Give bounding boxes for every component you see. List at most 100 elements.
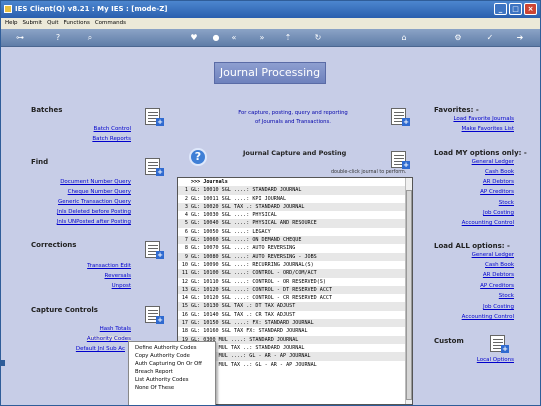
- corrections-title: Corrections: [31, 241, 77, 249]
- check-icon[interactable]: ✓: [485, 33, 495, 43]
- link-all-stock[interactable]: Stock: [499, 293, 514, 299]
- journal-row[interactable]: 5 GL: 10040 SGL ....: PHYSICAL AND RESOUR…: [178, 219, 412, 228]
- link-my-general-ledger[interactable]: General Ledger: [472, 159, 514, 165]
- journal-row[interactable]: 1 GL: 10010 SGL ....: STANDARD JOURNAL: [178, 186, 412, 195]
- help-circle-icon[interactable]: ?: [189, 148, 207, 166]
- link-authority-codes[interactable]: Authority Codes: [86, 336, 131, 342]
- link-transaction-edit[interactable]: Transaction Edit: [87, 263, 131, 269]
- link-all-general-ledger[interactable]: General Ledger: [472, 252, 514, 258]
- heart-icon[interactable]: ♥: [189, 33, 199, 43]
- batches-document-icon[interactable]: +: [142, 106, 164, 126]
- journal-row[interactable]: 13 GL: 10120 SGL ....: CONTROL - DT RESER…: [178, 285, 412, 295]
- link-generic-transaction-query[interactable]: Generic Transaction Query: [58, 199, 131, 205]
- journal-row[interactable]: 11 GL: 10100 SGL ....: CONTROL - ORD/COM/…: [178, 269, 412, 278]
- link-all-ar-debtors[interactable]: AR Debtors: [483, 272, 514, 278]
- app-icon: [4, 5, 12, 13]
- journal-row[interactable]: 16 GL: 10140 SGL TAX .: CR TAX ADJUST: [178, 311, 412, 319]
- menu-item-auth-capturing-on-off[interactable]: Auth Capturing On Or Off: [129, 360, 215, 368]
- close-button[interactable]: ×: [524, 3, 537, 15]
- menu-commands[interactable]: Commands: [95, 18, 126, 29]
- link-document-number-query[interactable]: Document Number Query: [60, 179, 131, 185]
- journal-note: double-click journal to perform.: [331, 170, 407, 175]
- maximize-button[interactable]: □: [509, 3, 522, 15]
- link-load-favorite-journals[interactable]: Load Favorite Journals: [453, 116, 514, 122]
- authority-codes-context-menu: Define Authority Codes Copy Authority Co…: [128, 341, 216, 405]
- menu-functions[interactable]: Functions: [64, 18, 90, 29]
- custom-title: Custom: [434, 337, 464, 345]
- main-panel: Journal Processing Batches + Batch Contr…: [1, 47, 540, 405]
- link-my-cash-book[interactable]: Cash Book: [485, 169, 514, 175]
- capture-controls-document-icon[interactable]: +: [142, 304, 164, 324]
- link-reversals[interactable]: Reversals: [105, 273, 132, 279]
- journal-row[interactable]: 10 GL: 10090 SGL ....: RECURRING JOURNAL(…: [178, 261, 412, 269]
- upload-icon[interactable]: ⇡: [283, 33, 293, 43]
- link-local-options[interactable]: Local Options: [477, 357, 514, 363]
- link-make-favorites-list[interactable]: Make Favorites List: [462, 126, 514, 132]
- capture-controls-title: Capture Controls: [31, 306, 98, 314]
- menu-help[interactable]: Help: [5, 18, 18, 29]
- journal-row[interactable]: 4 GL: 10030 SGL ....: PHYSICAL: [178, 211, 412, 219]
- link-all-ap-creditors[interactable]: AP Creditors: [480, 283, 514, 289]
- scrollbar-thumb[interactable]: [406, 190, 412, 400]
- journal-row[interactable]: 15 GL: 10130 SGL TAX .: DT TAX ADJUST: [178, 302, 412, 311]
- forward-icon[interactable]: »: [257, 33, 267, 43]
- circle-icon[interactable]: ●: [211, 33, 221, 43]
- link-my-accounting-control[interactable]: Accounting Control: [462, 220, 514, 226]
- journal-row[interactable]: 6 GL: 10050 SGL ....: LEGACY: [178, 228, 412, 236]
- journal-row[interactable]: 12 GL: 10110 SGL ....: CONTROL - OR RESER…: [178, 278, 412, 286]
- settings-icon[interactable]: ⚙: [453, 33, 463, 43]
- link-all-cash-book[interactable]: Cash Book: [485, 262, 514, 268]
- journal-row[interactable]: 17 GL: 10150 SGL ....: FX: STANDARD JOURN…: [178, 319, 412, 328]
- link-my-ap-creditors[interactable]: AP Creditors: [480, 189, 514, 195]
- menu-item-list-authority-codes[interactable]: List Authority Codes: [129, 376, 215, 384]
- link-all-accounting-control[interactable]: Accounting Control: [462, 314, 514, 320]
- link-default-jnl-sub-ac[interactable]: Default Jnl Sub Ac: [76, 346, 125, 352]
- favorites-title: Favorites: -: [434, 106, 479, 114]
- batches-title: Batches: [31, 106, 63, 114]
- home-icon[interactable]: ⌂: [399, 33, 409, 43]
- link-all-job-costing[interactable]: Job Costing: [483, 304, 514, 310]
- link-cheque-number-query[interactable]: Cheque Number Query: [68, 189, 131, 195]
- link-batch-reports[interactable]: Batch Reports: [92, 136, 131, 142]
- arrow-icon[interactable]: ➔: [515, 33, 525, 43]
- link-my-job-costing[interactable]: Job Costing: [483, 210, 514, 216]
- help-icon[interactable]: ?: [53, 33, 63, 43]
- journal-row[interactable]: 14 GL: 10120 SGL ....: CONTROL - CR RESER…: [178, 294, 412, 302]
- journal-row[interactable]: 7 GL: 10060 SGL ....: ON DEMAND CHEQUE: [178, 236, 412, 245]
- menu-quit[interactable]: Quit: [47, 18, 59, 29]
- refresh-icon[interactable]: ↻: [313, 33, 323, 43]
- corrections-document-icon[interactable]: +: [142, 239, 164, 259]
- menu-submit[interactable]: Submit: [23, 18, 43, 29]
- journal-row[interactable]: 3 GL: 10020 SGL TAX .: STANDARD JOURNAL: [178, 202, 412, 212]
- custom-document-icon[interactable]: +: [487, 333, 509, 353]
- link-jnls-deleted-before-posting[interactable]: Jnls Deleted before Posting: [57, 209, 131, 215]
- app-window: IES Client(Q) v8.21 : My IES : [mode-Z] …: [0, 0, 541, 406]
- hint-line-1: For capture, posting, query and reportin…: [238, 110, 348, 116]
- journal-row[interactable]: 9 GL: 10080 SGL ....: AUTO REVERSING - JO…: [178, 252, 412, 261]
- menu-item-none-of-these[interactable]: None Of These: [129, 384, 215, 392]
- link-my-ar-debtors[interactable]: AR Debtors: [483, 179, 514, 185]
- page-title: Journal Processing: [214, 62, 326, 84]
- center-document-icon[interactable]: +: [388, 106, 410, 126]
- link-my-stock[interactable]: Stock: [499, 200, 514, 206]
- journal-document-icon[interactable]: +: [388, 149, 410, 169]
- find-document-icon[interactable]: +: [142, 156, 164, 176]
- back-icon[interactable]: «: [229, 33, 239, 43]
- link-batch-control[interactable]: Batch Control: [94, 126, 131, 132]
- key-icon[interactable]: ⊶: [11, 33, 29, 43]
- menu-bar: Help Submit Quit Functions Commands: [1, 18, 540, 29]
- link-unpost[interactable]: Unpost: [112, 283, 131, 289]
- minimize-button[interactable]: _: [494, 3, 507, 15]
- menu-item-copy-authority-code[interactable]: Copy Authority Code: [129, 352, 215, 360]
- journal-row[interactable]: 8 GL: 10070 SGL ....: AUTO REVERSING: [178, 244, 412, 252]
- link-hash-totals[interactable]: Hash Totals: [100, 326, 131, 332]
- journal-list-scrollbar[interactable]: [405, 178, 412, 404]
- search-icon[interactable]: ⌕: [85, 33, 95, 43]
- menu-item-breach-report[interactable]: Breach Report: [129, 368, 215, 376]
- load-my-options-title: Load MY options only: -: [434, 149, 527, 157]
- journal-row[interactable]: 18 GL: 10160 SGL TAX FX: STANDARD JOURNAL: [178, 327, 412, 335]
- menu-item-define-authority-codes[interactable]: Define Authority Codes: [129, 344, 215, 352]
- link-jnls-unposted-after-posting[interactable]: Jnls UNPosted after Posting: [57, 219, 131, 225]
- journal-row[interactable]: 2 GL: 10011 SGL ....: KPI JOURNAL: [178, 195, 412, 203]
- title-bar: IES Client(Q) v8.21 : My IES : [mode-Z] …: [1, 1, 540, 18]
